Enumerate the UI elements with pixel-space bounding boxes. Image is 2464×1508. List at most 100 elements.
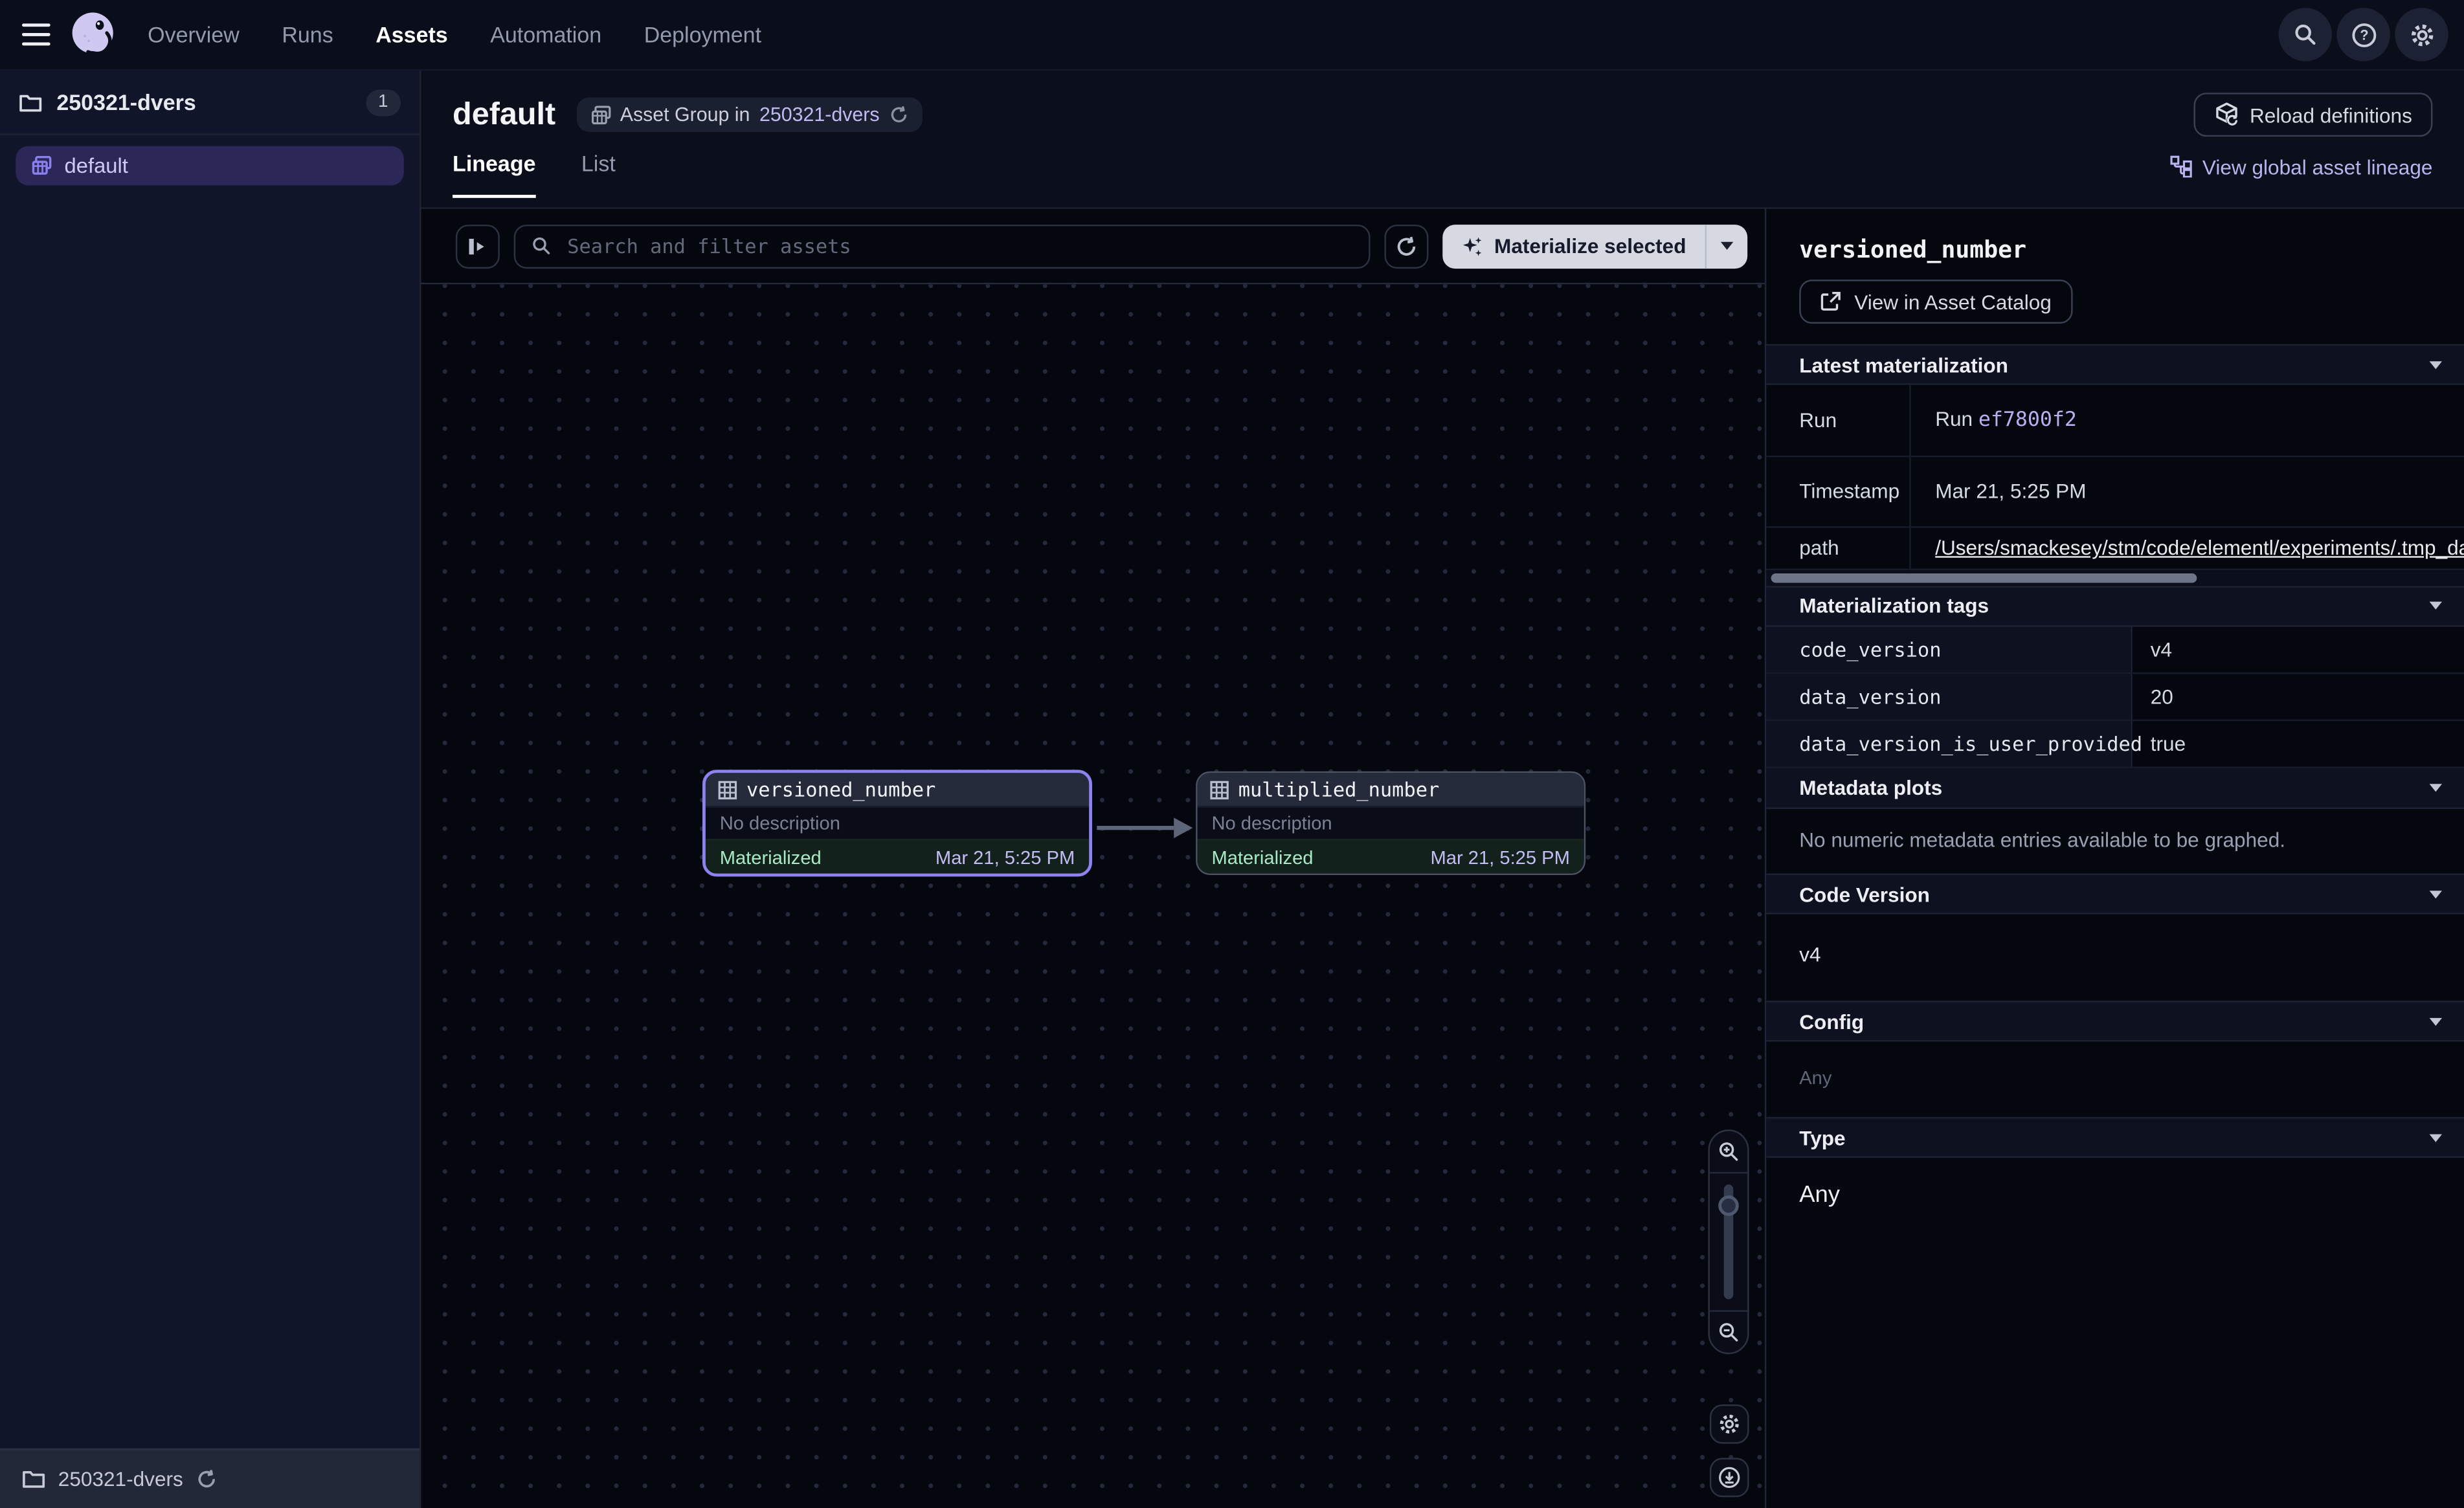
section-label: Materialization tags	[1799, 594, 1989, 617]
tab-lineage[interactable]: Lineage	[453, 151, 535, 195]
materialized-timestamp: Mar 21, 5:25 PM	[1431, 846, 1570, 868]
dagster-logo[interactable]	[66, 8, 120, 61]
row-key: Run	[1766, 385, 1909, 456]
refresh-graph-button[interactable]	[1384, 224, 1428, 268]
view-in-asset-catalog-button[interactable]: View in Asset Catalog	[1799, 280, 2072, 324]
section-label: Config	[1799, 1010, 1864, 1033]
asset-description: No description	[1211, 812, 1332, 834]
collapse-caret-icon	[2430, 602, 2442, 610]
download-graph-button[interactable]	[1709, 1458, 1749, 1498]
view-global-asset-lineage-link[interactable]: View global asset lineage	[2169, 155, 2433, 178]
asset-node-multiplied-number[interactable]: multiplied_number No description Materia…	[1196, 771, 1585, 875]
group-name: default	[65, 154, 128, 177]
stage: Overview Runs Assets Automation Deployme…	[0, 0, 2464, 1508]
type-value: Any	[1766, 1158, 2464, 1230]
section-config[interactable]: Config	[1766, 1001, 2464, 1041]
row-value: /Users/smackesey/stm/code/elementl/exper…	[1909, 526, 2464, 569]
folder-icon	[19, 92, 42, 113]
nav-item-deployment[interactable]: Deployment	[644, 22, 761, 47]
code-version-value: v4	[1766, 915, 2464, 1001]
chevron-down-icon	[1721, 242, 1733, 250]
table-icon	[718, 780, 737, 799]
asset-node-versioned-number[interactable]: versioned_number No description Material…	[702, 770, 1092, 876]
graph-toolbar: Materialize selected	[421, 209, 1765, 285]
asset-group-icon	[32, 155, 52, 176]
dagster-app: Overview Runs Assets Automation Deployme…	[0, 0, 2464, 1508]
zoom-out-button[interactable]	[1710, 1312, 1747, 1353]
reload-repo-icon[interactable]	[196, 1469, 216, 1490]
nav-item-assets[interactable]: Assets	[375, 22, 447, 47]
tag-value: true	[2131, 720, 2464, 768]
scrollbar-thumb[interactable]	[1771, 573, 2197, 582]
panel-expand-icon	[467, 235, 489, 257]
run-id-link[interactable]: ef7800f2	[1978, 409, 2077, 432]
section-type[interactable]: Type	[1766, 1117, 2464, 1158]
lineage-canvas[interactable]: versioned_number No description Material…	[421, 284, 1765, 1508]
help-button[interactable]: ?	[2336, 8, 2390, 61]
materialization-tags-table: code_version v4 data_version 20 data_ver…	[1766, 626, 2464, 768]
materialized-timestamp: Mar 21, 5:25 PM	[935, 846, 1075, 868]
zoom-slider-thumb[interactable]	[1718, 1195, 1739, 1216]
materialize-dropdown-button[interactable]	[1707, 224, 1747, 268]
table-row: data_version_is_user_provided true	[1766, 720, 2464, 768]
zoom-slider[interactable]	[1710, 1173, 1747, 1310]
asset-group-badge: Asset Group in 250321-dvers	[576, 97, 922, 131]
nav-item-overview[interactable]: Overview	[148, 22, 240, 47]
tag-key: code_version	[1766, 626, 2131, 673]
view-global-label: View global asset lineage	[2202, 155, 2433, 178]
section-label: Code Version	[1799, 882, 1930, 905]
lineage-graph-area: Materialize selected versioned_number No…	[421, 209, 1765, 1508]
sync-icon[interactable]	[889, 105, 908, 124]
row-key: path	[1766, 526, 1909, 569]
nav-item-runs[interactable]: Runs	[282, 22, 333, 47]
collapse-caret-icon	[2430, 360, 2442, 368]
search-input[interactable]	[564, 232, 1352, 259]
collapse-caret-icon	[2430, 784, 2442, 792]
footer-repo-name: 250321-dvers	[58, 1467, 183, 1491]
row-value: Mar 21, 5:25 PM	[1909, 456, 2464, 526]
asset-description: No description	[720, 812, 840, 834]
nav-right-actions: ?	[2279, 8, 2464, 61]
graph-settings-button[interactable]	[1709, 1404, 1749, 1444]
section-materialization-tags[interactable]: Materialization tags	[1766, 585, 2464, 626]
table-row: path /Users/smackesey/stm/code/elementl/…	[1766, 526, 2464, 569]
zoom-in-button[interactable]	[1710, 1131, 1747, 1172]
asset-name: multiplied_number	[1238, 778, 1440, 801]
settings-button[interactable]	[2395, 8, 2448, 61]
collapse-caret-icon	[2430, 1133, 2442, 1141]
lineage-edge-arrow	[1095, 812, 1196, 844]
section-metadata-plots[interactable]: Metadata plots	[1766, 768, 2464, 809]
tab-list[interactable]: List	[581, 151, 616, 195]
section-latest-materialization[interactable]: Latest materialization	[1766, 344, 2464, 385]
graph-zoom-controls	[1708, 1129, 1749, 1497]
search-button[interactable]	[2279, 8, 2333, 61]
toggle-asset-list-panel-button[interactable]	[456, 224, 500, 268]
materialized-status: Materialized	[720, 846, 822, 868]
section-code-version[interactable]: Code Version	[1766, 874, 2464, 915]
collapse-caret-icon	[2430, 1017, 2442, 1025]
table-row: data_version 20	[1766, 673, 2464, 720]
nav-item-automation[interactable]: Automation	[490, 22, 601, 47]
materialized-status: Materialized	[1211, 846, 1313, 868]
run-prefix: Run	[1935, 407, 1973, 430]
table-icon	[1210, 780, 1229, 799]
section-label: Latest materialization	[1799, 353, 2008, 376]
materialize-selected-button[interactable]: Materialize selected	[1442, 224, 1747, 268]
repo-asset-count-badge: 1	[366, 89, 401, 115]
path-link[interactable]: /Users/smackesey/stm/code/elementl/exper…	[1935, 536, 2464, 559]
tag-key: data_version	[1766, 673, 2131, 720]
hamburger-menu-icon[interactable]	[22, 23, 50, 45]
download-icon	[1717, 1466, 1740, 1489]
gear-icon	[2408, 21, 2435, 48]
top-nav: Overview Runs Assets Automation Deployme…	[0, 0, 2464, 71]
sidebar-footer-repo[interactable]: 250321-dvers	[0, 1448, 420, 1508]
asset-search-box[interactable]	[514, 224, 1371, 268]
gear-icon	[1717, 1412, 1740, 1436]
search-icon	[2292, 22, 2318, 47]
sidebar-repo-row[interactable]: 250321-dvers 1	[0, 71, 420, 135]
reload-definitions-button[interactable]: Reload definitions	[2193, 93, 2433, 137]
badge-repo-link[interactable]: 250321-dvers	[759, 104, 880, 126]
panel-asset-title: versioned_number	[1766, 209, 2464, 264]
sidebar-item-default-group[interactable]: default	[16, 146, 404, 186]
tag-key: data_version_is_user_provided	[1766, 720, 2131, 768]
